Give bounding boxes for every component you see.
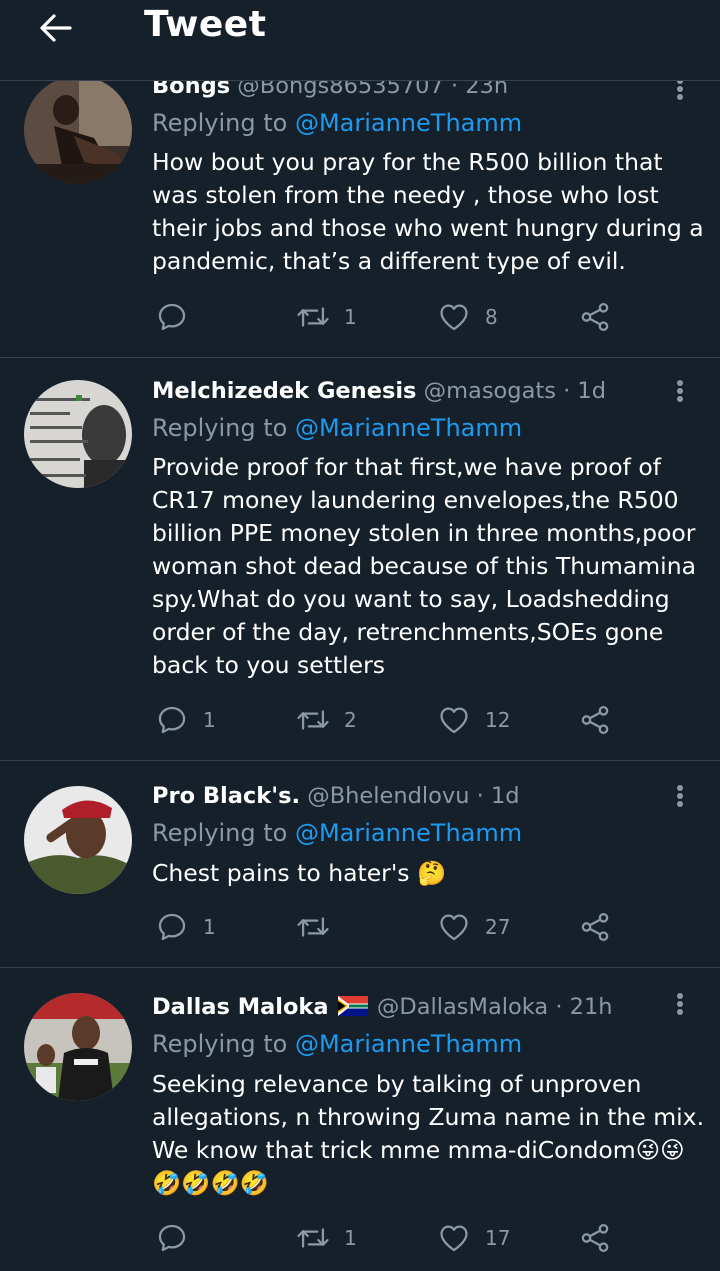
share-icon	[578, 910, 612, 944]
reply-tweet[interactable]: Bongs @Bongs86535707 · 23h Replying to @…	[0, 73, 720, 358]
user-handle[interactable]: @DallasMaloka	[377, 994, 548, 1020]
replying-to-label: Replying to	[152, 109, 295, 137]
replying-to: Replying to @MarianneThamm	[152, 108, 522, 138]
reply-tweet[interactable]: Pro Black's. @Bhelendlovu · 1d Replying …	[0, 762, 720, 968]
tweet-text: Seeking relevance by talking of unproven…	[152, 1070, 705, 1197]
reply-tweet[interactable]: Melchizedek Genesis @masogats · 1d Reply…	[0, 358, 720, 761]
tweet-header: Dallas Maloka @DallasMaloka · 21h	[152, 992, 613, 1022]
replying-to-handle[interactable]: @MarianneThamm	[295, 414, 522, 442]
retweet-count: 2	[344, 708, 357, 732]
tweet-header: Pro Black's. @Bhelendlovu · 1d	[152, 781, 520, 811]
display-name[interactable]: Pro Black's.	[152, 783, 300, 809]
retweet-icon	[296, 1221, 330, 1255]
like-count: 17	[485, 1226, 511, 1250]
page-title: Tweet	[144, 4, 267, 45]
share-icon	[578, 300, 612, 334]
reply-tweet[interactable]: Dallas Maloka @DallasMaloka · 21h Replyi…	[0, 969, 720, 1271]
avatar[interactable]	[24, 76, 132, 184]
share-button[interactable]	[578, 909, 612, 945]
retweet-icon	[296, 300, 330, 334]
retweet-button[interactable]	[296, 909, 344, 945]
retweet-button[interactable]: 1	[296, 1220, 357, 1256]
heart-icon	[437, 703, 471, 737]
timestamp[interactable]: 1d	[577, 378, 606, 404]
separator-dot: ·	[563, 378, 571, 404]
replying-to-handle[interactable]: @MarianneThamm	[295, 109, 522, 137]
replying-to-label: Replying to	[152, 819, 295, 847]
replying-to: Replying to @MarianneThamm	[152, 1029, 522, 1059]
tweet-text: How bout you pray for the R500 billion t…	[152, 148, 704, 275]
retweet-count: 1	[344, 1226, 357, 1250]
timestamp[interactable]: 1d	[491, 783, 520, 809]
display-name[interactable]: Melchizedek Genesis	[152, 378, 416, 404]
reply-button[interactable]	[155, 1220, 203, 1256]
tweet-header: Melchizedek Genesis @masogats · 1d	[152, 376, 606, 406]
share-button[interactable]	[578, 299, 612, 335]
reply-icon	[155, 1221, 189, 1255]
retweet-button[interactable]: 1	[296, 299, 357, 335]
heart-icon	[437, 300, 471, 334]
heart-icon	[437, 910, 471, 944]
timestamp[interactable]: 21h	[570, 994, 613, 1020]
retweet-count: 1	[344, 305, 357, 329]
like-button[interactable]: 17	[437, 1220, 510, 1256]
reply-icon	[155, 910, 189, 944]
tweet-text: Provide proof for that first,we have pro…	[152, 453, 696, 679]
like-button[interactable]: 8	[437, 299, 498, 335]
back-button[interactable]	[36, 8, 76, 48]
more-options-button[interactable]	[668, 989, 692, 1019]
separator-dot: ·	[555, 994, 563, 1020]
more-options-button[interactable]	[668, 376, 692, 406]
replying-to-handle[interactable]: @MarianneThamm	[295, 1030, 522, 1058]
arrow-left-icon	[40, 14, 72, 42]
top-bar: Tweet	[0, 0, 720, 81]
avatar[interactable]	[24, 786, 132, 894]
reply-count: 1	[203, 915, 216, 939]
like-button[interactable]: 27	[437, 909, 510, 945]
share-button[interactable]	[578, 1220, 612, 1256]
separator-dot: ·	[476, 783, 484, 809]
reply-icon	[155, 300, 189, 334]
reply-button[interactable]	[155, 299, 203, 335]
reply-button[interactable]: 1	[155, 702, 216, 738]
retweet-icon	[296, 910, 330, 944]
share-icon	[578, 703, 612, 737]
share-icon	[578, 1221, 612, 1255]
replying-to-handle[interactable]: @MarianneThamm	[295, 819, 522, 847]
replying-to: Replying to @MarianneThamm	[152, 413, 522, 443]
avatar[interactable]	[24, 993, 132, 1101]
user-handle[interactable]: @masogats	[424, 378, 556, 404]
replying-to-label: Replying to	[152, 1030, 295, 1058]
user-handle[interactable]: @Bhelendlovu	[307, 783, 469, 809]
reply-count: 1	[203, 708, 216, 732]
retweet-button[interactable]: 2	[296, 702, 357, 738]
tweet-text: Chest pains to hater's 🤔	[152, 859, 447, 887]
reply-button[interactable]: 1	[155, 909, 216, 945]
replying-to: Replying to @MarianneThamm	[152, 818, 522, 848]
like-button[interactable]: 12	[437, 702, 510, 738]
like-count: 12	[485, 708, 511, 732]
replying-to-label: Replying to	[152, 414, 295, 442]
south-africa-flag-icon	[337, 996, 368, 1016]
avatar[interactable]	[24, 380, 132, 488]
display-name[interactable]: Dallas Maloka	[152, 994, 329, 1020]
like-count: 27	[485, 915, 511, 939]
heart-icon	[437, 1221, 471, 1255]
like-count: 8	[485, 305, 498, 329]
retweet-icon	[296, 703, 330, 737]
more-options-button[interactable]	[668, 781, 692, 811]
share-button[interactable]	[578, 702, 612, 738]
reply-icon	[155, 703, 189, 737]
